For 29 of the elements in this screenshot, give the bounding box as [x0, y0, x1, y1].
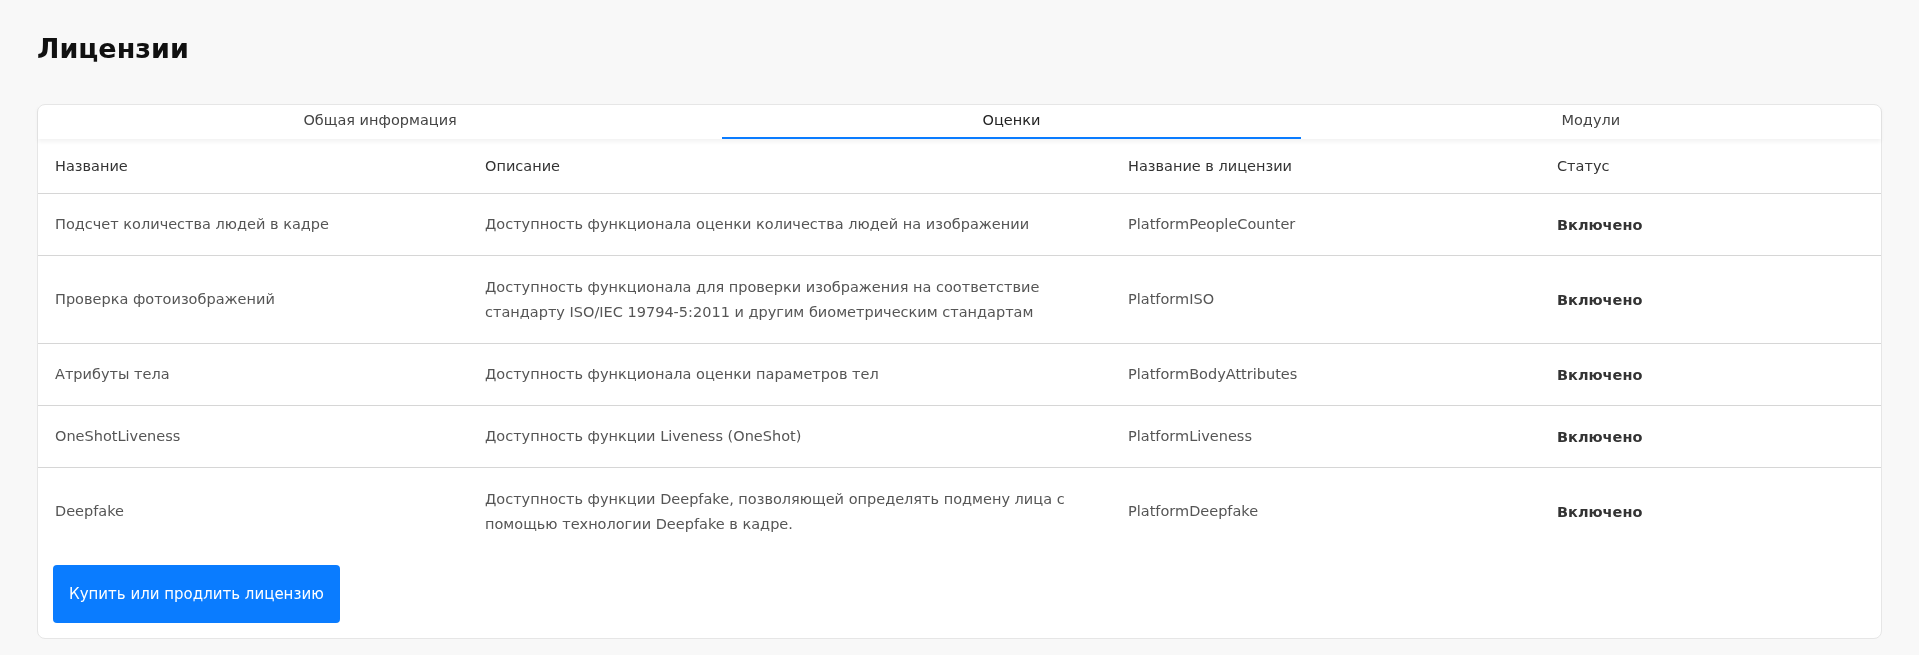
tab[interactable]: Общая информация [38, 105, 723, 139]
table-cell-text: PlatformBodyAttributes [1127, 365, 1299, 384]
column-header: Описание [484, 158, 561, 174]
table-cell-text: Доступность функции Deepfake, позволяющей определять подмену лица с помощью технологии Deepfake в кадре. [484, 489, 1066, 534]
status-text: Включено [1556, 428, 1644, 445]
table-cell-text: OneShotLiveness [54, 427, 182, 446]
table-cell-text: PlatformLiveness [1127, 427, 1253, 446]
status-text: Включено [1556, 366, 1644, 383]
table-cell-text: Подсчет количества людей в кадре [54, 215, 330, 234]
column-header: Статус [1556, 158, 1611, 174]
table-cell-text: PlatformPeopleCounter [1127, 215, 1297, 234]
table-cell-text: Доступность функции Liveness (OneShot) [484, 427, 803, 446]
status-text: Включено [1556, 291, 1644, 308]
status-text: Включено [1556, 503, 1644, 520]
table-cell-text: Deepfake [54, 502, 125, 521]
table-cell-text: Атрибуты тела [54, 365, 171, 384]
status-text: Включено [1556, 216, 1644, 233]
table-cell-text: PlatformISO [1127, 290, 1216, 309]
tab[interactable]: Оценки [722, 105, 1301, 139]
table-cell-text: Доступность функционала оценки количества людей на изображении [484, 215, 1031, 234]
table-cell-text: Доступность функционала для проверки изображения на соответствие стандарту ISO/IEC 19794-5:2011 и другим биометрическим стандартам [484, 277, 1041, 322]
buy-license-button[interactable]: Купить или продлить лицензию [53, 565, 340, 623]
column-header: Название в лицензии [1127, 158, 1294, 174]
tab[interactable]: Модули [1300, 105, 1881, 139]
table-cell-text: PlatformDeepfake [1127, 502, 1260, 521]
table-cell-text: Доступность функционала оценки параметров тел [484, 365, 880, 384]
page-title: Лицензии [37, 32, 190, 66]
table-cell-text: Проверка фотоизображений [54, 290, 276, 309]
column-header: Название [54, 158, 129, 174]
